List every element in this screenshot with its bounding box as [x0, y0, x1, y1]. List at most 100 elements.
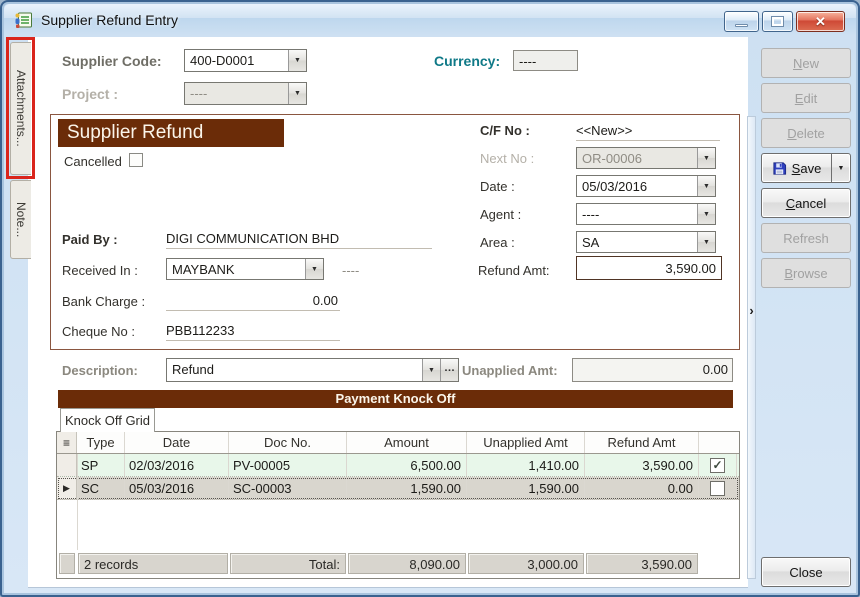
maximize-icon	[772, 17, 783, 26]
received-in-dropdown-button[interactable]: ▼	[305, 259, 323, 279]
supplier-code-combobox[interactable]: 400-D0001 ▼	[184, 49, 307, 72]
column-header-amount[interactable]: Amount	[347, 432, 467, 453]
tab-knock-off-grid[interactable]: Knock Off Grid	[60, 408, 155, 432]
project-combobox[interactable]: ---- ▼	[184, 82, 307, 105]
checkmark-icon: ✓	[712, 459, 722, 471]
total-label: Total:	[230, 553, 346, 574]
grid-cell: 6,500.00	[347, 454, 467, 476]
area-label: Area :	[480, 235, 515, 250]
cheque-no-field[interactable]: PBB112233	[166, 321, 340, 341]
maximize-button[interactable]	[762, 11, 793, 32]
record-count: 2 records	[78, 553, 228, 574]
supplier-code-label: Supplier Code:	[62, 53, 162, 69]
minimize-button[interactable]	[724, 11, 759, 32]
cf-no-value: <<New>>	[576, 121, 720, 141]
grid-cell: SC-00003	[229, 477, 347, 499]
cheque-no-label: Cheque No :	[62, 324, 135, 339]
description-combobox[interactable]: Refund ▼ …	[166, 358, 459, 382]
tab-knock-off-grid-label: Knock Off Grid	[65, 413, 150, 428]
grid-cell	[57, 454, 77, 476]
window-title: Supplier Refund Entry	[41, 12, 178, 28]
grid-cell: 1,590.00	[347, 477, 467, 499]
received-in-combobox[interactable]: MAYBANK ▼	[166, 258, 324, 280]
save-button[interactable]: Save ▼	[761, 153, 851, 183]
received-in-currency: ----	[342, 263, 359, 278]
paid-by-field[interactable]: DIGI COMMUNICATION BHD	[166, 229, 432, 249]
date-label: Date :	[480, 179, 515, 194]
grid-header-row: ≡ Type Date Doc No. Amount Unapplied Amt…	[57, 432, 739, 454]
refund-amt-field[interactable]: 3,590.00	[576, 256, 722, 280]
supplier-refund-entry-window: Supplier Refund Entry ✕ Attachments... N…	[0, 0, 860, 597]
close-window-button[interactable]: ✕	[796, 11, 845, 32]
grid-cell: 05/03/2016	[125, 477, 229, 499]
close-icon: ✕	[815, 14, 826, 30]
grid-cell: SC	[77, 477, 125, 499]
grid-menu-icon: ≡	[63, 436, 70, 450]
column-header-type[interactable]: Type	[77, 432, 125, 453]
agent-value: ----	[577, 204, 697, 224]
next-no-dropdown-button[interactable]: ▼	[697, 148, 715, 168]
panel-splitter[interactable]: ›	[747, 116, 756, 579]
row-checkbox-cell: ✓	[699, 454, 737, 476]
date-combobox[interactable]: 05/03/2016 ▼	[576, 175, 716, 197]
refund-amt-label: Refund Amt:	[478, 263, 550, 278]
splitter-collapse-icon: ›	[748, 303, 755, 318]
unapplied-amt-value: 0.00	[572, 358, 733, 382]
grid-cell: PV-00005	[229, 454, 347, 476]
supplier-code-value: 400-D0001	[185, 50, 288, 71]
next-no-combobox[interactable]: OR-00006 ▼	[576, 147, 716, 169]
chevron-down-icon: ▼	[311, 266, 318, 273]
supplier-code-dropdown-button[interactable]: ▼	[288, 50, 306, 71]
cancel-button[interactable]: Cancel	[761, 188, 851, 218]
save-dropdown-button[interactable]: ▼	[831, 154, 850, 182]
browse-button[interactable]: Browse	[761, 258, 851, 288]
column-header-date[interactable]: Date	[125, 432, 229, 453]
description-browse-button[interactable]: …	[440, 359, 458, 381]
new-button[interactable]: New	[761, 48, 851, 78]
bank-charge-field[interactable]: 0.00	[166, 291, 340, 311]
agent-dropdown-button[interactable]: ▼	[697, 204, 715, 224]
minimize-icon	[735, 24, 748, 27]
app-icon	[14, 10, 34, 30]
ellipsis-icon: …	[444, 362, 455, 378]
row-checkbox-checked[interactable]: ✓	[710, 458, 725, 473]
chevron-down-icon: ▼	[294, 57, 301, 64]
tab-note[interactable]: Note...	[10, 180, 31, 259]
cf-no-label: C/F No :	[480, 123, 530, 138]
refresh-button[interactable]: Refresh	[761, 223, 851, 253]
date-dropdown-button[interactable]: ▼	[697, 176, 715, 196]
chevron-down-icon: ▼	[703, 239, 710, 246]
delete-button[interactable]: Delete	[761, 118, 851, 148]
grid-menu-button[interactable]: ≡	[57, 432, 77, 453]
chevron-down-icon: ▼	[703, 183, 710, 190]
area-value: SA	[577, 232, 697, 252]
cancelled-label: Cancelled	[64, 154, 122, 169]
titlebar: Supplier Refund Entry ✕	[4, 4, 856, 35]
column-header-refund-amt[interactable]: Refund Amt	[585, 432, 699, 453]
chevron-down-icon: ▼	[294, 90, 301, 97]
panel-title: Supplier Refund	[58, 119, 284, 147]
next-no-value: OR-00006	[577, 148, 697, 168]
column-header-doc-no[interactable]: Doc No.	[229, 432, 347, 453]
description-label: Description:	[62, 363, 138, 378]
grid-row[interactable]: ▶SC05/03/2016SC-000031,590.001,590.000.0…	[57, 477, 739, 500]
save-floppy-icon	[772, 161, 787, 176]
area-dropdown-button[interactable]: ▼	[697, 232, 715, 252]
row-checkbox-cell	[699, 477, 737, 499]
grid-cell: ▶	[57, 477, 77, 499]
project-value: ----	[185, 83, 288, 104]
knockoff-grid: ≡ Type Date Doc No. Amount Unapplied Amt…	[56, 431, 740, 579]
row-checkbox[interactable]	[710, 481, 725, 496]
cancelled-checkbox[interactable]	[129, 153, 143, 167]
column-header-unapplied-amt[interactable]: Unapplied Amt	[467, 432, 585, 453]
grid-cell: 02/03/2016	[125, 454, 229, 476]
description-value: Refund	[167, 359, 422, 381]
description-dropdown-button[interactable]: ▼	[422, 359, 440, 381]
gutter-line	[77, 454, 78, 550]
edit-button[interactable]: Edit	[761, 83, 851, 113]
grid-row[interactable]: SP02/03/2016PV-000056,500.001,410.003,59…	[57, 454, 739, 477]
project-dropdown-button[interactable]: ▼	[288, 83, 306, 104]
close-button[interactable]: Close	[761, 557, 851, 587]
agent-combobox[interactable]: ---- ▼	[576, 203, 716, 225]
area-combobox[interactable]: SA ▼	[576, 231, 716, 253]
